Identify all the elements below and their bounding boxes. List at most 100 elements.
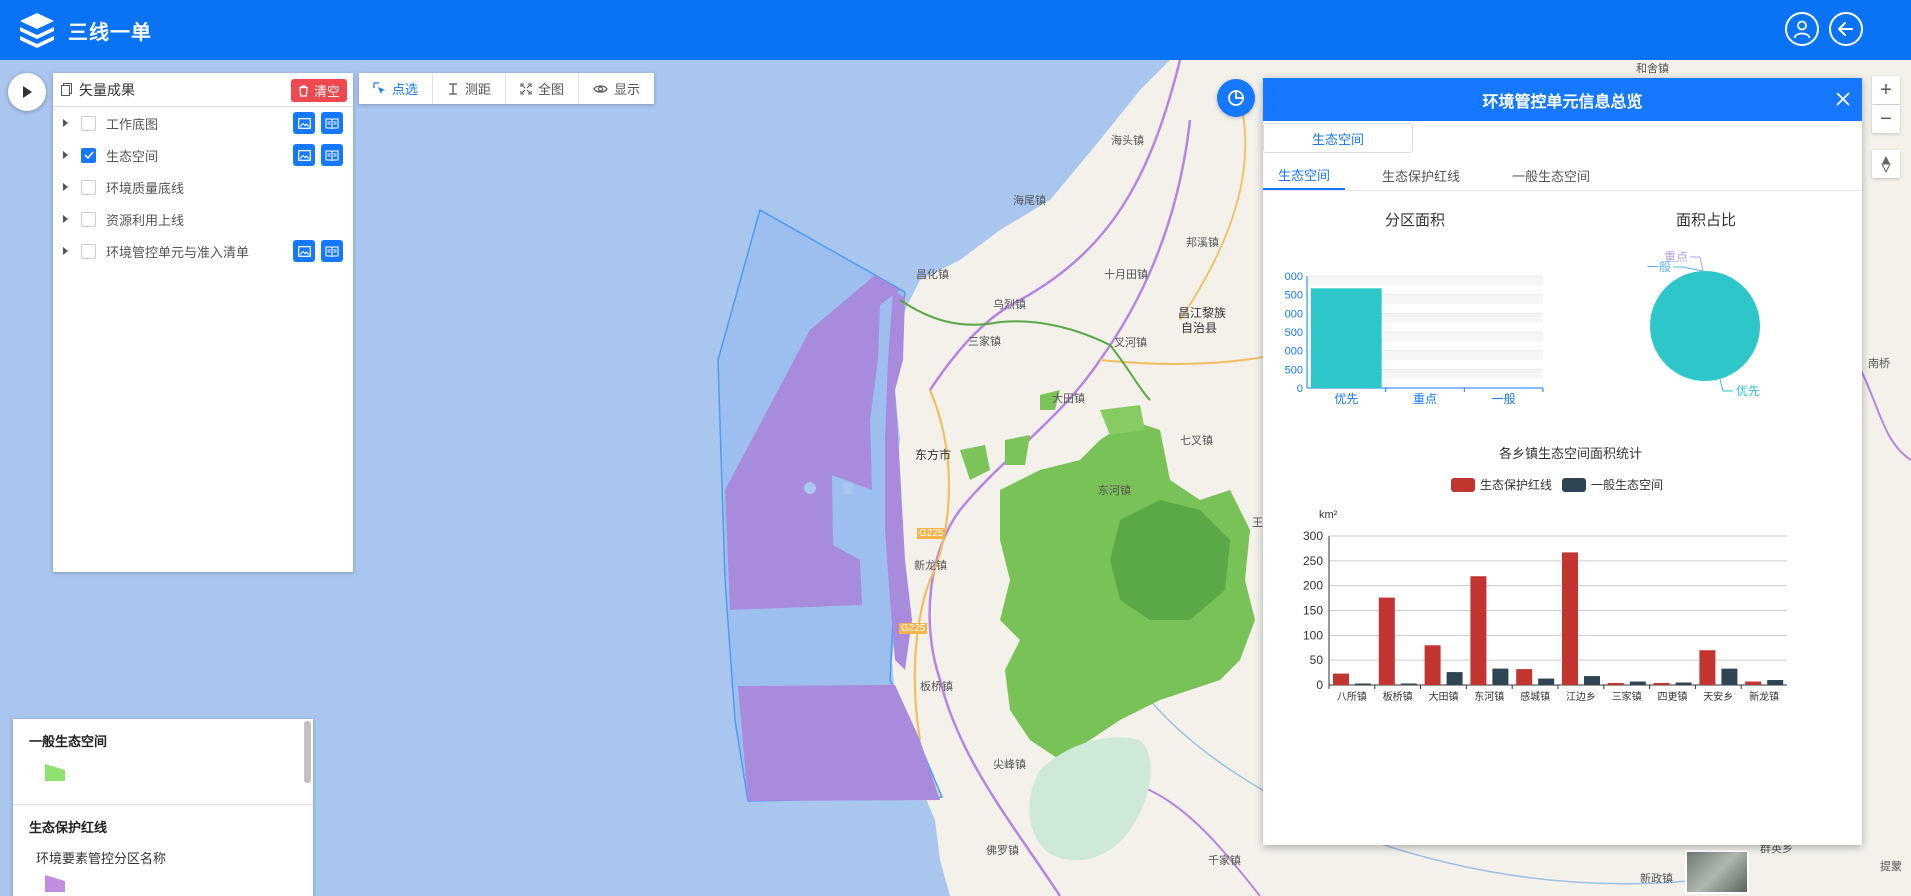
legend-section-title: 生态保护红线 xyxy=(29,820,108,835)
expand-caret-icon[interactable] xyxy=(63,215,68,223)
legend-swatch-general xyxy=(45,764,65,781)
map-label: 昌化镇 xyxy=(916,269,949,281)
layer-row-control-unit: 环境管控单元与准入清单 xyxy=(53,235,353,267)
map-label: 东方市 xyxy=(915,448,952,462)
pie-label: 优先 xyxy=(1736,384,1760,398)
layer-checkbox[interactable] xyxy=(81,211,96,227)
legend-swatch xyxy=(1562,478,1586,492)
map-legend: 一般生态空间 生态保护红线 环境要素管控分区名称 xyxy=(13,719,313,896)
subtab-redline[interactable]: 生态保护红线 xyxy=(1367,160,1475,190)
user-button[interactable] xyxy=(1785,12,1819,46)
layer-row-quality: 环境质量底线 xyxy=(53,171,353,203)
map-label: 和舍镇 xyxy=(1636,63,1669,75)
bar-生态保护红线-八所镇 xyxy=(1333,673,1349,685)
compass-button[interactable] xyxy=(1872,150,1900,178)
layer-label: 环境质量底线 xyxy=(106,180,185,196)
image-button[interactable] xyxy=(293,144,315,166)
layer-label: 环境管控单元与准入清单 xyxy=(106,244,250,260)
map-label: 佛罗镇 xyxy=(986,845,1019,857)
layer-checkbox[interactable] xyxy=(81,243,96,259)
book-button[interactable] xyxy=(321,240,343,262)
layer-row-base-map: 工作底图 xyxy=(53,107,353,139)
play-icon xyxy=(23,86,32,98)
chart2-title: 面积占比 xyxy=(1676,212,1737,229)
book-button[interactable] xyxy=(321,112,343,134)
expand-caret-icon[interactable] xyxy=(63,151,68,159)
bar-一般生态空间-四更镇 xyxy=(1675,682,1692,685)
legend-swatch xyxy=(1451,478,1475,492)
compass-icon xyxy=(1881,156,1891,173)
zoom-out-button[interactable]: − xyxy=(1872,105,1900,133)
measure-tool-button[interactable]: 测距 xyxy=(433,73,507,104)
zoom-in-button[interactable]: + xyxy=(1872,76,1900,104)
trash-icon xyxy=(298,84,308,97)
layer-label: 生态空间 xyxy=(106,148,159,164)
y-tick-label: 000 xyxy=(1285,346,1303,358)
map-label: 千家镇 xyxy=(1208,855,1241,867)
bar-一般生态空间-天安乡 xyxy=(1721,668,1738,685)
legend-scrollbar[interactable] xyxy=(304,721,311,783)
legend-label: 一般生态空间 xyxy=(1591,477,1663,492)
book-icon xyxy=(325,245,339,257)
image-button[interactable] xyxy=(293,112,315,134)
y-tick-label: 500 xyxy=(1285,364,1303,376)
map-label: 尖峰镇 xyxy=(993,759,1026,771)
image-button[interactable] xyxy=(293,240,315,262)
y-tick-label: 50 xyxy=(1310,653,1324,667)
tab-ecology-space[interactable]: 生态空间 xyxy=(1263,123,1413,153)
layer-row-ecology: 生态空间 xyxy=(53,139,353,171)
expand-caret-icon[interactable] xyxy=(63,119,68,127)
expand-caret-icon[interactable] xyxy=(63,247,68,255)
eye-icon xyxy=(593,84,608,93)
y-tick-label: 500 xyxy=(1285,290,1303,302)
map-label: 大田镇 xyxy=(1052,393,1085,405)
y-axis-unit: km² xyxy=(1319,509,1338,521)
satellite-basemap-thumbnail[interactable] xyxy=(1685,850,1749,894)
clear-button-label: 清空 xyxy=(313,84,340,99)
bar-一般生态空间-江边乡 xyxy=(1584,676,1600,685)
fullview-tool-button[interactable]: 全图 xyxy=(506,73,580,104)
subtab-general-space[interactable]: 一般生态空间 xyxy=(1497,160,1605,190)
y-tick-label: 000 xyxy=(1285,308,1303,320)
book-icon xyxy=(325,149,339,161)
book-button[interactable] xyxy=(321,144,343,166)
subtab-bar: 生态空间 生态保护红线 一般生态空间 xyxy=(1263,160,1862,191)
map-label: 南桥 xyxy=(1868,358,1890,370)
pie-leader-line xyxy=(1719,378,1733,392)
y-tick-label: 250 xyxy=(1303,554,1323,568)
statistics-button[interactable] xyxy=(1217,79,1255,117)
layer-panel: 矢量成果 清空 工作底图 生态空间 环境质量底线 资源利用上线 环境管控单元与准… xyxy=(53,73,353,572)
map-label: 七叉镇 xyxy=(1180,435,1213,447)
area-ratio-pie-chart: 优先重点一般 xyxy=(1647,250,1760,398)
legend-section-title: 一般生态空间 xyxy=(29,734,108,749)
close-icon[interactable] xyxy=(1834,90,1852,108)
panel-toggle-button[interactable] xyxy=(8,73,46,111)
zoom-controls: + − xyxy=(1872,76,1900,133)
layer-checkbox[interactable] xyxy=(81,179,96,195)
map-label: 海尾镇 xyxy=(1013,195,1046,207)
clear-button[interactable]: 清空 xyxy=(290,79,347,102)
display-tool-button[interactable]: 显示 xyxy=(579,73,654,104)
layer-panel-title: 矢量成果 xyxy=(79,81,135,98)
map-label: 新龙镇 xyxy=(914,560,947,572)
zone-area-bar-chart: 000 500 000 500 000 500 0 优先 重点 一般 xyxy=(1285,271,1544,406)
legend-label: 生态保护红线 xyxy=(1480,477,1552,492)
bar-生态保护红线-板桥镇 xyxy=(1378,597,1395,685)
image-icon xyxy=(297,245,311,257)
map-label: 自治县 xyxy=(1181,321,1218,335)
app-title: 三线一单 xyxy=(68,21,152,44)
y-tick-label: 500 xyxy=(1285,327,1303,339)
y-tick-label: 150 xyxy=(1303,604,1323,618)
bar-生态保护红线-新龙镇 xyxy=(1745,681,1762,685)
layers-logo-icon xyxy=(20,13,54,48)
bar-生态保护红线-感城镇 xyxy=(1516,669,1533,685)
bar-生态保护红线-三家镇 xyxy=(1607,683,1624,685)
expand-caret-icon[interactable] xyxy=(63,183,68,191)
subtab-ecology-space[interactable]: 生态空间 xyxy=(1263,160,1346,190)
back-button[interactable] xyxy=(1829,12,1863,46)
layer-checkbox[interactable] xyxy=(81,115,96,131)
select-tool-button[interactable]: 点选 xyxy=(359,73,434,104)
select-tool-label: 点选 xyxy=(392,82,419,97)
map-label: 新政镇 xyxy=(1640,873,1673,885)
layer-checkbox[interactable] xyxy=(81,147,96,163)
